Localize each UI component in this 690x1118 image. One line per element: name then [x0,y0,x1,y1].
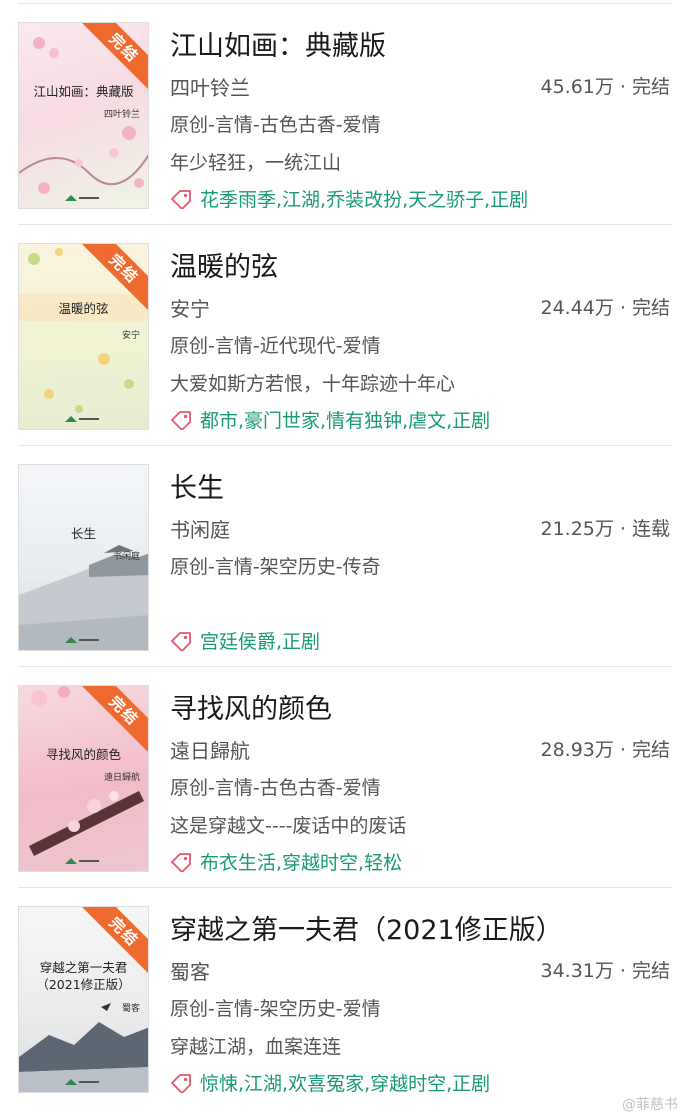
book-item[interactable]: 长生 书闲庭 长生 书闲庭 21.25万 · 连载 原创-言情-架空历史-传奇 … [0,446,690,667]
cover-author: 蜀客 [121,1004,140,1014]
cover-author: 遠日歸航 [103,773,140,783]
price-tag-icon [171,853,191,872]
book-cover[interactable]: 寻找风的颜色 遠日歸航 完结 [18,685,149,872]
book-title[interactable]: 温暖的弦 [170,245,278,284]
book-genre: 原创-言情-古色古香-爱情 [170,114,381,136]
cover-title: 长生 [70,526,96,541]
book-author[interactable]: 蜀客 [170,956,210,985]
publisher-logo [65,1079,99,1085]
price-tag-icon [171,632,191,651]
watermark: @菲慈书 [622,1097,678,1113]
book-stats: 45.61万 · 完结 [540,76,670,98]
book-author[interactable]: 四叶铃兰 [170,72,250,101]
book-item[interactable]: 穿越之第一夫君 （2021修正版） 蜀客 完结 穿越之第一夫君（2021修正版）… [0,888,690,1109]
book-description: 大爱如斯方若恨，十年踪迹十年心 [170,373,456,395]
book-title[interactable]: 江山如画：典藏版 [170,24,386,63]
publisher-logo [65,637,99,643]
publisher-logo [65,416,99,422]
book-tags[interactable]: 花季雨季,江湖,乔装改扮,天之骄子,正剧 [170,185,528,212]
cover-title: 江山如画：典藏版 [33,84,134,99]
book-cover[interactable]: 温暖的弦 安宁 完结 [18,243,149,430]
book-author[interactable]: 安宁 [170,293,210,322]
cover-author: 四叶铃兰 [103,110,140,120]
book-description: 年少轻狂，一统江山 [170,152,342,174]
book-stats: 34.31万 · 完结 [540,960,670,982]
tags-text: 惊悚,江湖,欢喜冤家,穿越时空,正剧 [200,1073,491,1095]
book-tags[interactable]: 惊悚,江湖,欢喜冤家,穿越时空,正剧 [170,1069,490,1096]
book-tags[interactable]: 都市,豪门世家,情有独钟,虐文,正剧 [170,406,490,433]
book-genre: 原创-言情-架空历史-爱情 [170,998,381,1020]
tags-text: 都市,豪门世家,情有独钟,虐文,正剧 [200,410,491,432]
book-tags[interactable]: 布衣生活,穿越时空,轻松 [170,848,402,875]
book-stats: 24.44万 · 完结 [540,297,670,319]
book-tags[interactable]: 宫廷侯爵,正剧 [170,627,320,654]
cover-title: 寻找风的颜色 [45,747,121,762]
price-tag-icon [171,190,191,209]
book-cover[interactable]: 穿越之第一夫君 （2021修正版） 蜀客 完结 [18,906,149,1093]
book-cover[interactable]: 江山如画：典藏版 四叶铃兰 完结 [18,22,149,209]
tags-text: 花季雨季,江湖,乔装改扮,天之骄子,正剧 [200,189,529,211]
book-item[interactable]: 寻找风的颜色 遠日歸航 完结 寻找风的颜色 遠日歸航 28.93万 · 完结 原… [0,667,690,888]
book-author[interactable]: 遠日歸航 [170,735,250,764]
book-description: 这是穿越文----废话中的废话 [170,815,407,837]
book-genre: 原创-言情-架空历史-传奇 [170,556,381,578]
book-item[interactable]: 温暖的弦 安宁 完结 温暖的弦 安宁 24.44万 · 完结 原创-言情-近代现… [0,225,690,446]
book-item[interactable]: 江山如画：典藏版 四叶铃兰 完结 江山如画：典藏版 四叶铃兰 45.61万 · … [0,4,690,225]
book-author[interactable]: 书闲庭 [170,514,230,543]
book-title[interactable]: 寻找风的颜色 [170,687,332,726]
book-genre: 原创-言情-近代现代-爱情 [170,335,381,357]
price-tag-icon [171,411,191,430]
cover-author: 书闲庭 [112,552,140,562]
cover-title: 温暖的弦 [19,294,148,321]
book-description: 穿越江湖，血案连连 [170,1036,342,1058]
publisher-logo [65,858,99,864]
price-tag-icon [171,1074,191,1093]
cover-author: 安宁 [121,331,140,341]
publisher-logo [65,195,99,201]
cover-title: 穿越之第一夫君 （2021修正版） [36,960,131,992]
book-cover[interactable]: 长生 书闲庭 [18,464,149,651]
tags-text: 布衣生活,穿越时空,轻松 [200,852,403,874]
tags-text: 宫廷侯爵,正剧 [200,631,321,653]
book-title[interactable]: 长生 [170,466,224,505]
book-genre: 原创-言情-古色古香-爱情 [170,777,381,799]
book-title[interactable]: 穿越之第一夫君（2021修正版） [170,908,563,947]
book-stats: 28.93万 · 完结 [540,739,670,761]
book-stats: 21.25万 · 连载 [540,518,670,540]
